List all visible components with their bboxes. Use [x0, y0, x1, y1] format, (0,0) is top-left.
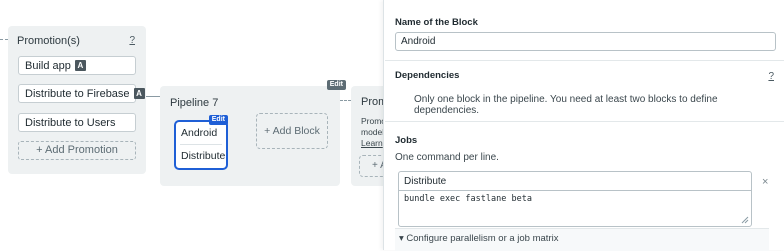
- block-divider: [180, 144, 222, 145]
- block-edit-button[interactable]: Edit: [208, 115, 228, 125]
- resize-handle-icon[interactable]: [741, 216, 749, 224]
- block-name-input[interactable]: Android: [395, 32, 776, 51]
- job-commands-textarea[interactable]: bundle exec fastlane beta: [404, 194, 532, 204]
- add-block-button[interactable]: + Add Block: [256, 113, 328, 149]
- block-name: Android: [181, 127, 218, 139]
- auto-promotion-badge: A: [133, 87, 145, 99]
- jobs-hint: One command per line.: [395, 152, 499, 163]
- promotions-title: Promotion(s): [17, 35, 80, 47]
- connector-line: [146, 96, 160, 97]
- add-promotion-button[interactable]: + Add Promotion: [18, 141, 136, 160]
- configure-parallelism-toggle[interactable]: ▾ Configure parallelism or a job matrix: [399, 233, 558, 244]
- promotion-distribute-to-users[interactable]: Distribute to Users: [18, 113, 136, 132]
- promotions-panel: Promotion(s) ? Build app A Distribute to …: [8, 26, 146, 174]
- pipeline-title: Pipeline 7: [170, 97, 219, 109]
- section-divider: [385, 60, 784, 61]
- promotion-build-app[interactable]: Build app A: [18, 56, 136, 75]
- connector-line: [0, 39, 8, 40]
- promotion-label: Distribute to Users: [25, 117, 116, 129]
- block-card-android[interactable]: Edit Android Distribute: [174, 115, 228, 170]
- promotion-label: Distribute to Firebase: [25, 88, 130, 100]
- block-job: Distribute: [181, 150, 226, 162]
- connector-line: [340, 100, 351, 101]
- promotion-label: Build app: [25, 60, 71, 72]
- section-divider: [385, 121, 784, 122]
- jobs-label: Jobs: [395, 135, 418, 146]
- pipeline-panel: Pipeline 7 Edit Edit Android Distribute …: [160, 80, 346, 186]
- block-editor-panel: Name of the Block Android Dependencies ?…: [383, 0, 784, 251]
- auto-promotion-badge: A: [74, 59, 86, 71]
- promotions-help-link[interactable]: ?: [129, 35, 135, 46]
- dependencies-help-link[interactable]: ?: [768, 71, 774, 82]
- dependencies-message: Only one block in the pipeline. You need…: [414, 94, 718, 116]
- dependencies-label: Dependencies: [395, 70, 460, 81]
- job-editor: Distribute bundle exec fastlane beta: [398, 171, 752, 227]
- block-name-label: Name of the Block: [395, 17, 478, 28]
- job-name-input[interactable]: Distribute: [399, 172, 751, 191]
- job-config-bar: ▾ Configure parallelism or a job matrix: [395, 228, 769, 251]
- pipeline-edit-button[interactable]: Edit: [326, 80, 346, 90]
- promotion-distribute-to-firebase[interactable]: Distribute to Firebase A: [18, 84, 145, 103]
- remove-job-icon[interactable]: ×: [762, 176, 768, 188]
